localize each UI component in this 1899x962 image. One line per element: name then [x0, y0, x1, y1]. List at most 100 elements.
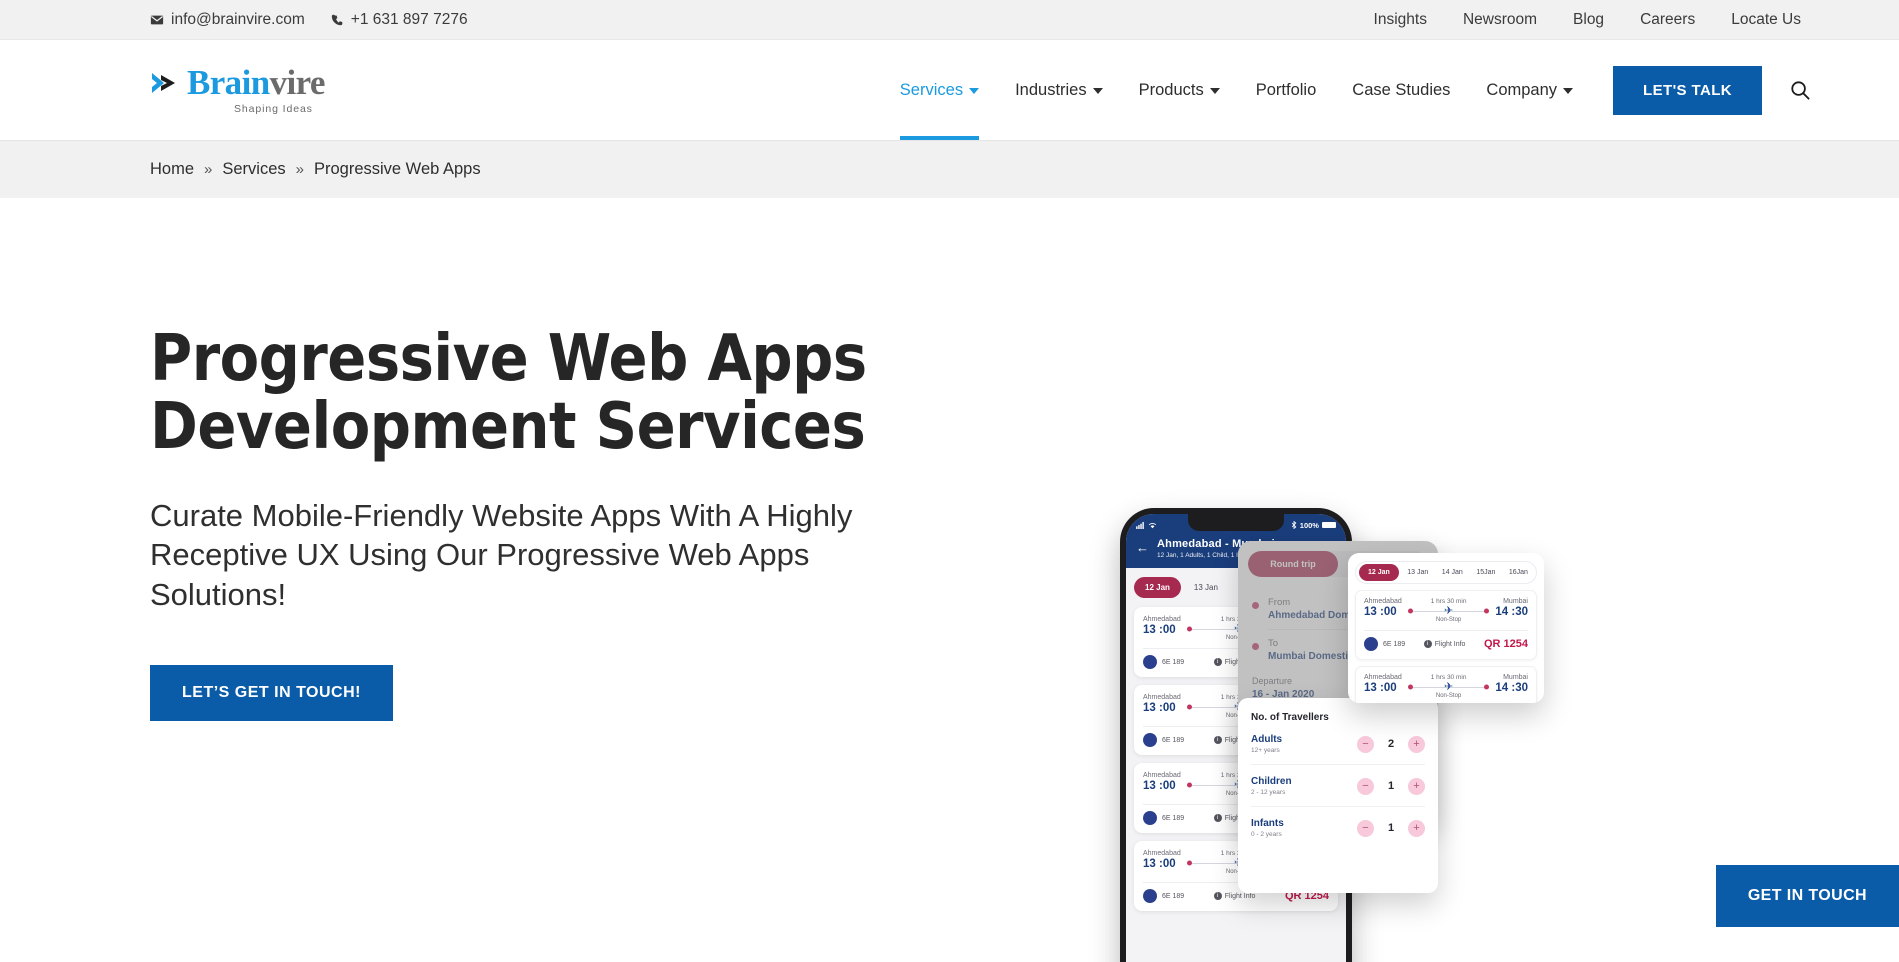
- nav-item-services[interactable]: Services: [882, 40, 997, 140]
- plus-icon[interactable]: +: [1408, 777, 1425, 795]
- infants-label: Infants: [1251, 818, 1284, 829]
- route-dot-origin: [1186, 860, 1192, 866]
- flight-origin: Ahmedabad 13 :00: [1143, 694, 1181, 714]
- from-dot-icon: [1252, 602, 1259, 609]
- airline-logo-icon: [1143, 889, 1157, 903]
- infants-age: 0 - 2 years: [1251, 831, 1282, 838]
- chevron-down-icon: [969, 88, 980, 94]
- search-button[interactable]: [1790, 80, 1811, 101]
- flight-stops: Non-Stop: [1435, 617, 1462, 623]
- lets-talk-button[interactable]: LET'S TALK: [1613, 65, 1762, 115]
- nav-label-products: Products: [1138, 80, 1204, 99]
- topbar-link-careers[interactable]: Careers: [1640, 11, 1695, 29]
- airline-code: 6E 189: [1162, 814, 1185, 822]
- hero-title-line1: Progressive Web Apps: [150, 322, 867, 396]
- envelope-icon: [150, 13, 164, 27]
- results-flight-card[interactable]: Ahmedabad 13 :00 1 hrs 30 min ✈ Non-Stop: [1355, 666, 1537, 703]
- airline-code: 6E 189: [1383, 640, 1406, 648]
- nav-item-industries[interactable]: Industries: [997, 40, 1121, 140]
- flight-info-link[interactable]: i Flight Info: [1423, 640, 1466, 648]
- infants-value: 1: [1387, 822, 1395, 834]
- origin-city: Ahmedabad: [1364, 674, 1402, 681]
- route-dot-origin: [1407, 684, 1413, 690]
- flight-meta-row: 6E 189 i Flight Info QR 1254: [1364, 631, 1528, 659]
- hero-section: Progressive Web Apps Development Service…: [0, 198, 1899, 962]
- nav-label-industries: Industries: [1015, 80, 1087, 99]
- topbar-link-blog[interactable]: Blog: [1573, 11, 1604, 29]
- airline-code: 6E 189: [1162, 736, 1185, 744]
- airline-block: 6E 189: [1364, 637, 1405, 651]
- results-date-chip-3[interactable]: 15Jan: [1471, 565, 1500, 580]
- nav-item-case-studies[interactable]: Case Studies: [1334, 40, 1468, 140]
- children-stepper: − 1 +: [1357, 777, 1425, 795]
- destination-time: 14 :30: [1495, 682, 1528, 694]
- flight-route-line: ✈: [1407, 605, 1490, 617]
- breadcrumb-item-services[interactable]: Services: [222, 160, 285, 179]
- info-icon: i: [1213, 892, 1222, 900]
- info-icon: i: [1213, 736, 1222, 744]
- travellers-title: No. of Travellers: [1251, 712, 1329, 723]
- results-date-chip-2[interactable]: 14 Jan: [1437, 565, 1468, 580]
- flight-info-link[interactable]: i Flight Info: [1213, 892, 1256, 900]
- traveller-row-adults: Adults 12+ years − 2 +: [1251, 723, 1425, 765]
- hero-content: Progressive Web Apps Development Service…: [150, 198, 980, 962]
- phone-link[interactable]: +1 631 897 7276: [331, 11, 468, 29]
- battery-icon: [1321, 522, 1336, 528]
- phone-date-chip-1[interactable]: 13 Jan: [1187, 579, 1225, 596]
- minus-icon[interactable]: −: [1357, 819, 1374, 837]
- flight-destination: Mumbai 14 :30: [1495, 674, 1528, 694]
- results-flight-card[interactable]: Ahmedabad 13 :00 1 hrs 30 min ✈ Non-Stop: [1355, 590, 1537, 660]
- nav-item-products[interactable]: Products: [1121, 40, 1238, 140]
- logo-brand-first: Brain: [187, 63, 270, 102]
- plus-icon[interactable]: +: [1408, 819, 1425, 837]
- flight-info-label: Flight Info: [1434, 640, 1466, 648]
- airplane-icon: ✈: [1443, 681, 1454, 693]
- email-link[interactable]: info@brainvire.com: [150, 11, 305, 29]
- plus-icon[interactable]: +: [1408, 735, 1425, 753]
- hero-subtitle: Curate Mobile-Friendly Website Apps With…: [150, 497, 853, 612]
- info-icon: i: [1213, 658, 1222, 666]
- trip-type-round[interactable]: Round trip: [1248, 551, 1338, 577]
- get-in-touch-floating-button[interactable]: GET IN TOUCH: [1715, 865, 1899, 927]
- adults-age: 12+ years: [1251, 747, 1280, 754]
- breadcrumb-bar: Home » Services » Progressive Web Apps: [0, 140, 1899, 198]
- phone-battery-text: 100%: [1299, 520, 1319, 530]
- minus-icon[interactable]: −: [1357, 735, 1374, 753]
- minus-icon[interactable]: −: [1357, 777, 1374, 795]
- results-date-chip-1[interactable]: 13 Jan: [1402, 565, 1433, 580]
- nav-item-company[interactable]: Company: [1468, 40, 1591, 140]
- back-arrow-icon[interactable]: ←: [1136, 541, 1149, 554]
- topbar-links-group: Insights Newsroom Blog Careers Locate Us: [1374, 11, 1801, 29]
- airline-logo-icon: [1143, 733, 1157, 747]
- flight-duration-block: 1 hrs 30 min ✈ Non-Stop: [1402, 598, 1496, 623]
- topbar-link-newsroom[interactable]: Newsroom: [1463, 11, 1537, 29]
- logo-row: Brainvire: [150, 65, 325, 100]
- destination-city: Mumbai: [1503, 674, 1528, 681]
- bluetooth-icon: [1291, 520, 1297, 530]
- nav-item-portfolio[interactable]: Portfolio: [1238, 40, 1335, 140]
- email-text: info@brainvire.com: [171, 10, 305, 28]
- children-label: Children: [1251, 776, 1292, 787]
- topbar-link-locate-us[interactable]: Locate Us: [1731, 11, 1801, 29]
- chevron-down-icon: [1563, 88, 1574, 94]
- results-date-chip-4[interactable]: 16Jan: [1504, 565, 1533, 580]
- hero-cta-button[interactable]: LET’S GET IN TOUCH!: [150, 664, 393, 721]
- airline-logo-icon: [1143, 655, 1157, 669]
- origin-city: Ahmedabad: [1143, 772, 1181, 779]
- brainvire-mark-icon: [150, 70, 180, 96]
- children-value: 1: [1387, 780, 1395, 792]
- phone-date-chip-0[interactable]: 12 Jan: [1134, 577, 1181, 598]
- topbar-link-insights[interactable]: Insights: [1374, 11, 1427, 29]
- flight-duration: 1 hrs 30 min: [1430, 598, 1467, 605]
- traveller-row-children: Children 2 - 12 years − 1 +: [1251, 765, 1425, 807]
- airline-block: 6E 189: [1143, 811, 1184, 825]
- destination-city: Mumbai: [1503, 598, 1528, 605]
- logo-wordmark: Brainvire: [187, 65, 325, 100]
- breadcrumb-item-home[interactable]: Home: [150, 160, 194, 179]
- infants-stepper: − 1 +: [1357, 819, 1425, 837]
- topbar-contact-group: info@brainvire.com +1 631 897 7276: [150, 11, 468, 29]
- results-date-chip-0[interactable]: 12 Jan: [1359, 564, 1399, 581]
- brainvire-logo[interactable]: Brainvire Shaping Ideas: [150, 65, 325, 115]
- flight-info-label: Flight Info: [1224, 892, 1256, 900]
- hero-title-line2: Development Services: [150, 389, 866, 464]
